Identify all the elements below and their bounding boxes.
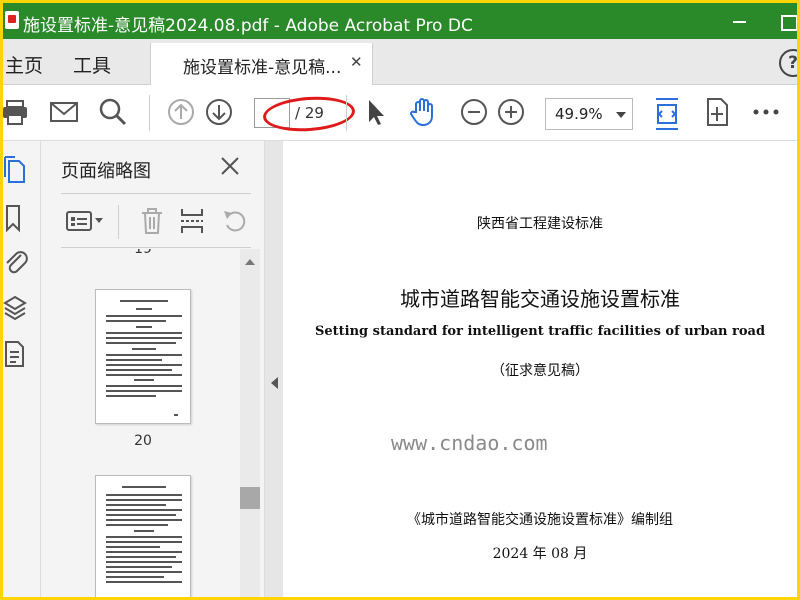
thumbnails-panel: 页面缩略图 19 20 bbox=[41, 141, 265, 597]
tab-bar: 主页 工具 施设置标准-意见稿... ✕ ? bbox=[3, 39, 797, 85]
extract-icon[interactable] bbox=[179, 207, 205, 239]
tab-document-label: 施设置标准-意见稿... bbox=[183, 58, 342, 78]
maximize-icon[interactable] bbox=[773, 7, 797, 35]
toolbar-divider bbox=[346, 95, 347, 131]
thumbnail-scrollbar[interactable] bbox=[240, 249, 260, 597]
panel-title: 页面缩略图 bbox=[61, 161, 151, 182]
delete-icon[interactable] bbox=[139, 207, 165, 239]
tab-document[interactable]: 施设置标准-意见稿... ✕ bbox=[150, 43, 373, 85]
pdf-page: 陕西省工程建设标准 城市道路智能交通设施设置标准 Setting standar… bbox=[283, 141, 797, 597]
close-icon[interactable] bbox=[219, 155, 241, 177]
minimize-icon[interactable] bbox=[725, 7, 755, 35]
title-en: Setting standard for intelligent traffic… bbox=[314, 324, 766, 339]
print-icon[interactable] bbox=[3, 97, 29, 127]
layers-icon[interactable] bbox=[3, 293, 31, 323]
thumbnail-options-icon[interactable] bbox=[65, 209, 105, 237]
toolbar: / 29 49.9% bbox=[3, 85, 797, 141]
standard-type: 陕西省工程建设标准 bbox=[477, 216, 603, 232]
scroll-mode-icon[interactable] bbox=[703, 97, 731, 127]
page-down-icon[interactable] bbox=[204, 97, 234, 127]
page-up-icon[interactable] bbox=[166, 97, 196, 127]
acrobat-window: 施设置标准-意见稿2024.08.pdf - Adobe Acrobat Pro… bbox=[3, 3, 797, 597]
site-watermark: www.cndao.com bbox=[391, 431, 548, 455]
hand-tool-icon[interactable] bbox=[408, 97, 438, 127]
draft-note: （征求意见稿） bbox=[491, 363, 589, 379]
thumbnail-page-number: 19 bbox=[134, 249, 152, 257]
attachment-icon[interactable] bbox=[3, 247, 31, 277]
thumbnail-list: 19 20 bbox=[41, 249, 241, 597]
thumbnail-page-number: 20 bbox=[134, 433, 152, 449]
select-arrow-icon[interactable] bbox=[365, 97, 389, 127]
thumbnail-page[interactable] bbox=[95, 289, 191, 424]
collapse-panel-icon[interactable] bbox=[271, 377, 278, 389]
page-thumbnails-icon[interactable] bbox=[3, 155, 31, 185]
title-bar: 施设置标准-意见稿2024.08.pdf - Adobe Acrobat Pro… bbox=[3, 3, 797, 39]
scrollbar-thumb[interactable] bbox=[240, 487, 260, 509]
window-title: 施设置标准-意见稿2024.08.pdf - Adobe Acrobat Pro… bbox=[23, 16, 473, 36]
panel-divider bbox=[61, 247, 251, 248]
tab-tools[interactable]: 工具 bbox=[73, 51, 111, 78]
acrobat-app-icon bbox=[5, 11, 19, 29]
document-view: 陕西省工程建设标准 城市道路智能交通设施设置标准 Setting standar… bbox=[265, 141, 797, 597]
title-cn: 城市道路智能交通设施设置标准 bbox=[400, 287, 680, 311]
chevron-down-icon bbox=[616, 112, 626, 118]
search-icon[interactable] bbox=[98, 97, 128, 127]
scroll-up-icon[interactable] bbox=[245, 259, 255, 265]
zoom-value: 49.9% bbox=[555, 105, 603, 123]
zoom-in-icon[interactable] bbox=[496, 97, 526, 127]
zoom-select[interactable]: 49.9% bbox=[545, 98, 633, 130]
more-icon[interactable] bbox=[751, 97, 781, 127]
panel-divider bbox=[61, 193, 251, 194]
navigation-rail bbox=[3, 141, 41, 597]
editor-group: 《城市道路智能交通设施设置标准》编制组 bbox=[407, 512, 673, 528]
thumbnail-toolbar bbox=[41, 199, 265, 245]
fit-width-icon[interactable] bbox=[654, 97, 680, 130]
email-icon[interactable] bbox=[49, 97, 79, 127]
zoom-out-icon[interactable] bbox=[459, 97, 489, 127]
close-icon[interactable]: ✕ bbox=[350, 53, 363, 71]
issue-date: 2024 年 08 月 bbox=[492, 546, 588, 562]
help-icon[interactable]: ? bbox=[779, 49, 797, 77]
rotate-icon[interactable] bbox=[221, 207, 249, 239]
document-properties-icon[interactable] bbox=[3, 339, 31, 369]
bookmark-icon[interactable] bbox=[3, 203, 31, 233]
tab-home[interactable]: 主页 bbox=[5, 51, 43, 78]
toolbar-divider bbox=[149, 95, 150, 131]
toolbar-divider bbox=[118, 205, 119, 239]
thumbnail-page[interactable] bbox=[95, 475, 191, 597]
